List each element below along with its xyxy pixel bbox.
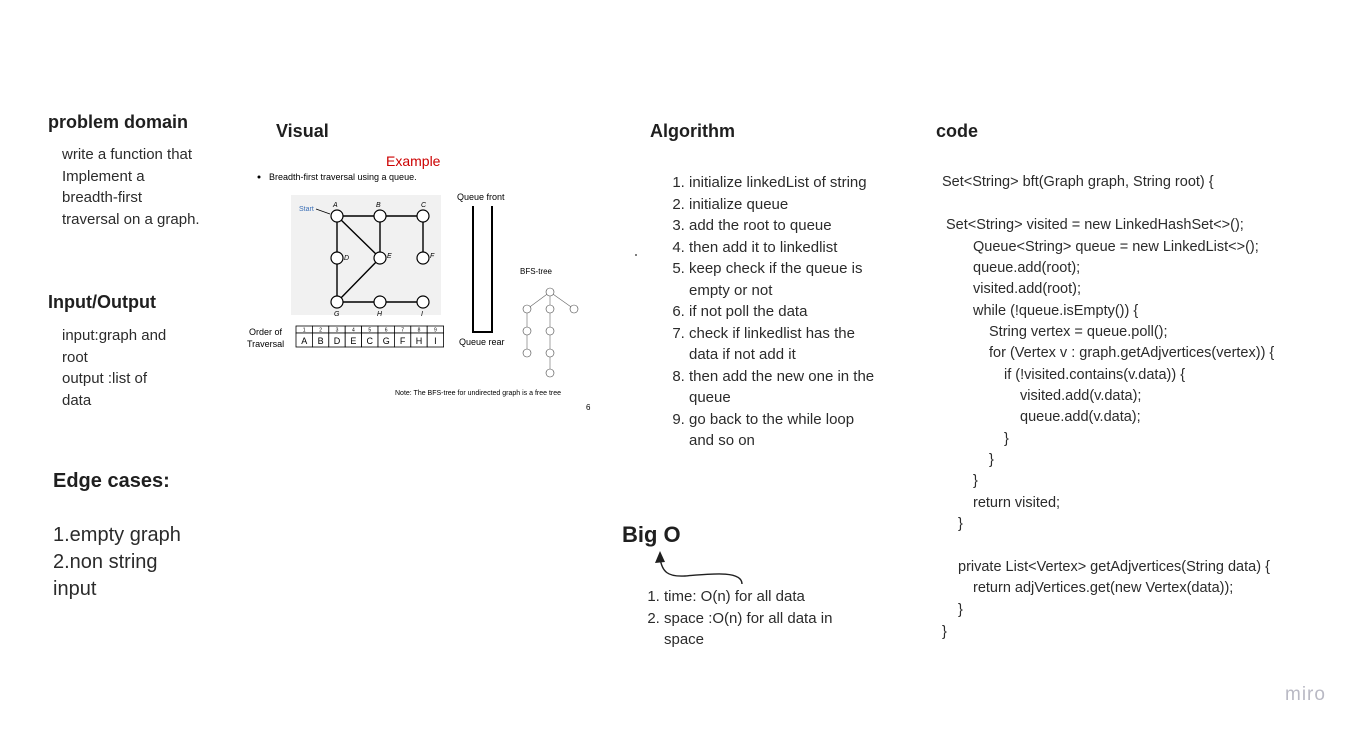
- queue-tube: [472, 206, 493, 333]
- code-line: visited.add(v.data);: [1020, 388, 1142, 404]
- big-o-item: time: O(n) for all data: [664, 586, 854, 608]
- bfs-tree-label: BFS-tree: [520, 267, 553, 276]
- code-line: Queue<String> queue = new LinkedList<>()…: [973, 239, 1259, 255]
- code-line: return visited;: [973, 495, 1061, 511]
- input-output-line: data: [62, 391, 92, 409]
- node-label-i: I: [421, 311, 423, 318]
- edge-case-item: 2.non string: [53, 551, 158, 573]
- code-title: code: [936, 121, 979, 141]
- start-label: Start: [299, 206, 314, 213]
- visual-title: Visual: [276, 121, 329, 141]
- algorithm-step: then add the new one in the queue: [689, 366, 879, 409]
- slide-note: Note: The BFS-tree for undirected graph …: [395, 390, 561, 397]
- code-line: private List<Vertex> getAdjvertices(Stri…: [958, 559, 1270, 575]
- order-value: G: [383, 336, 390, 346]
- problem-domain-line: write a function that: [62, 146, 193, 163]
- problem-domain-text: write a function that Implement a breadt…: [62, 144, 200, 230]
- code-line: }: [1004, 431, 1009, 447]
- code-line: }: [973, 473, 978, 489]
- order-value: I: [434, 336, 437, 346]
- order-value: D: [334, 336, 341, 346]
- slide-page-number: 6: [586, 403, 591, 412]
- code-line: }: [942, 624, 947, 640]
- problem-domain-line: traversal on a graph.: [62, 210, 200, 228]
- problem-domain-line: Implement a: [62, 167, 145, 185]
- code-line: visited.add(root);: [973, 281, 1081, 297]
- order-value: B: [318, 336, 324, 346]
- stray-dot: [635, 254, 637, 256]
- code-line: }: [958, 602, 963, 618]
- queue-front-label: Queue front: [457, 192, 505, 202]
- code-line: Set<String> bft(Graph graph, String root…: [942, 174, 1214, 190]
- code-line: for (Vertex v : graph.getAdjvertices(ver…: [989, 345, 1275, 361]
- order-value: H: [416, 336, 423, 346]
- big-o-list: time: O(n) for all data space :O(n) for …: [624, 586, 854, 651]
- algorithm-step: go back to the while loop and so on: [689, 409, 879, 452]
- code-line: Set<String> visited = new LinkedHashSet<…: [946, 217, 1244, 233]
- code-line: queue.add(root);: [973, 260, 1081, 276]
- node-label-a: A: [332, 202, 338, 209]
- input-output-title: Input/Output: [48, 292, 156, 312]
- algorithm-step: initialize queue: [689, 194, 879, 216]
- example-label: Example: [386, 153, 441, 169]
- input-output-line: root: [62, 348, 88, 366]
- order-value: E: [350, 336, 356, 346]
- edge-cases-title: Edge cases:: [53, 470, 170, 492]
- bfs-example-slide: Example Breadth-first traversal using a …: [247, 153, 591, 412]
- edge-case-item: input: [53, 578, 97, 600]
- node-label-d: D: [344, 255, 349, 262]
- algorithm-step: check if linkedlist has the data if not …: [689, 323, 879, 366]
- node-label-b: B: [376, 202, 381, 209]
- node-label-f: F: [430, 253, 435, 260]
- edge-cases-list: 1.empty graph 2.non string input: [53, 522, 181, 603]
- big-o-item: space :O(n) for all data in space: [664, 608, 854, 651]
- code-line: while (!queue.isEmpty()) {: [973, 303, 1139, 319]
- order-value: F: [400, 336, 406, 346]
- slide-bullet-text: Breadth-first traversal using a queue.: [269, 172, 417, 182]
- queue-rear-label: Queue rear: [459, 337, 505, 347]
- algorithm-step: add the root to queue: [689, 215, 879, 237]
- code-line: }: [989, 452, 994, 468]
- node-label-e: E: [387, 253, 392, 260]
- code-line: queue.add(v.data);: [1020, 409, 1141, 425]
- edge-case-item: 1.empty graph: [53, 524, 181, 546]
- input-output-line: input:graph and: [62, 327, 167, 344]
- algorithm-title: Algorithm: [650, 121, 735, 141]
- algorithm-step: keep check if the queue is empty or not: [689, 258, 879, 301]
- code-line: String vertex = queue.poll();: [989, 324, 1168, 340]
- bullet-dot: [257, 175, 261, 179]
- code-line: if (!visited.contains(v.data)) {: [1004, 367, 1186, 383]
- code-line: return adjVertices.get(new Vertex(data))…: [973, 580, 1234, 596]
- order-value: C: [367, 336, 374, 346]
- input-output-line: output :list of: [62, 370, 148, 387]
- algorithm-step: then add it to linkedlist: [689, 237, 879, 259]
- bfs-tree: [522, 287, 579, 378]
- miro-logo[interactable]: miro: [1285, 684, 1326, 706]
- order-of-traversal-table: 1A2B3D4E5C6G7F8H9I: [295, 325, 444, 348]
- input-output-text: input:graph and root output :list of dat…: [62, 325, 166, 411]
- problem-domain-title: problem domain: [48, 112, 189, 132]
- curved-arrow-icon: [655, 551, 743, 585]
- order-label-line1: Order of: [249, 327, 283, 337]
- order-value: A: [301, 336, 307, 346]
- algorithm-steps: initialize linkedList of string initiali…: [649, 172, 879, 452]
- code-line: }: [958, 516, 963, 532]
- node-label-g: G: [334, 311, 340, 318]
- algorithm-step: if not poll the data: [689, 301, 879, 323]
- algorithm-step: initialize linkedList of string: [689, 172, 879, 194]
- order-label-line2: Traversal: [247, 339, 284, 349]
- problem-domain-line: breadth-first: [62, 189, 143, 206]
- big-o-title: Big O: [622, 522, 681, 547]
